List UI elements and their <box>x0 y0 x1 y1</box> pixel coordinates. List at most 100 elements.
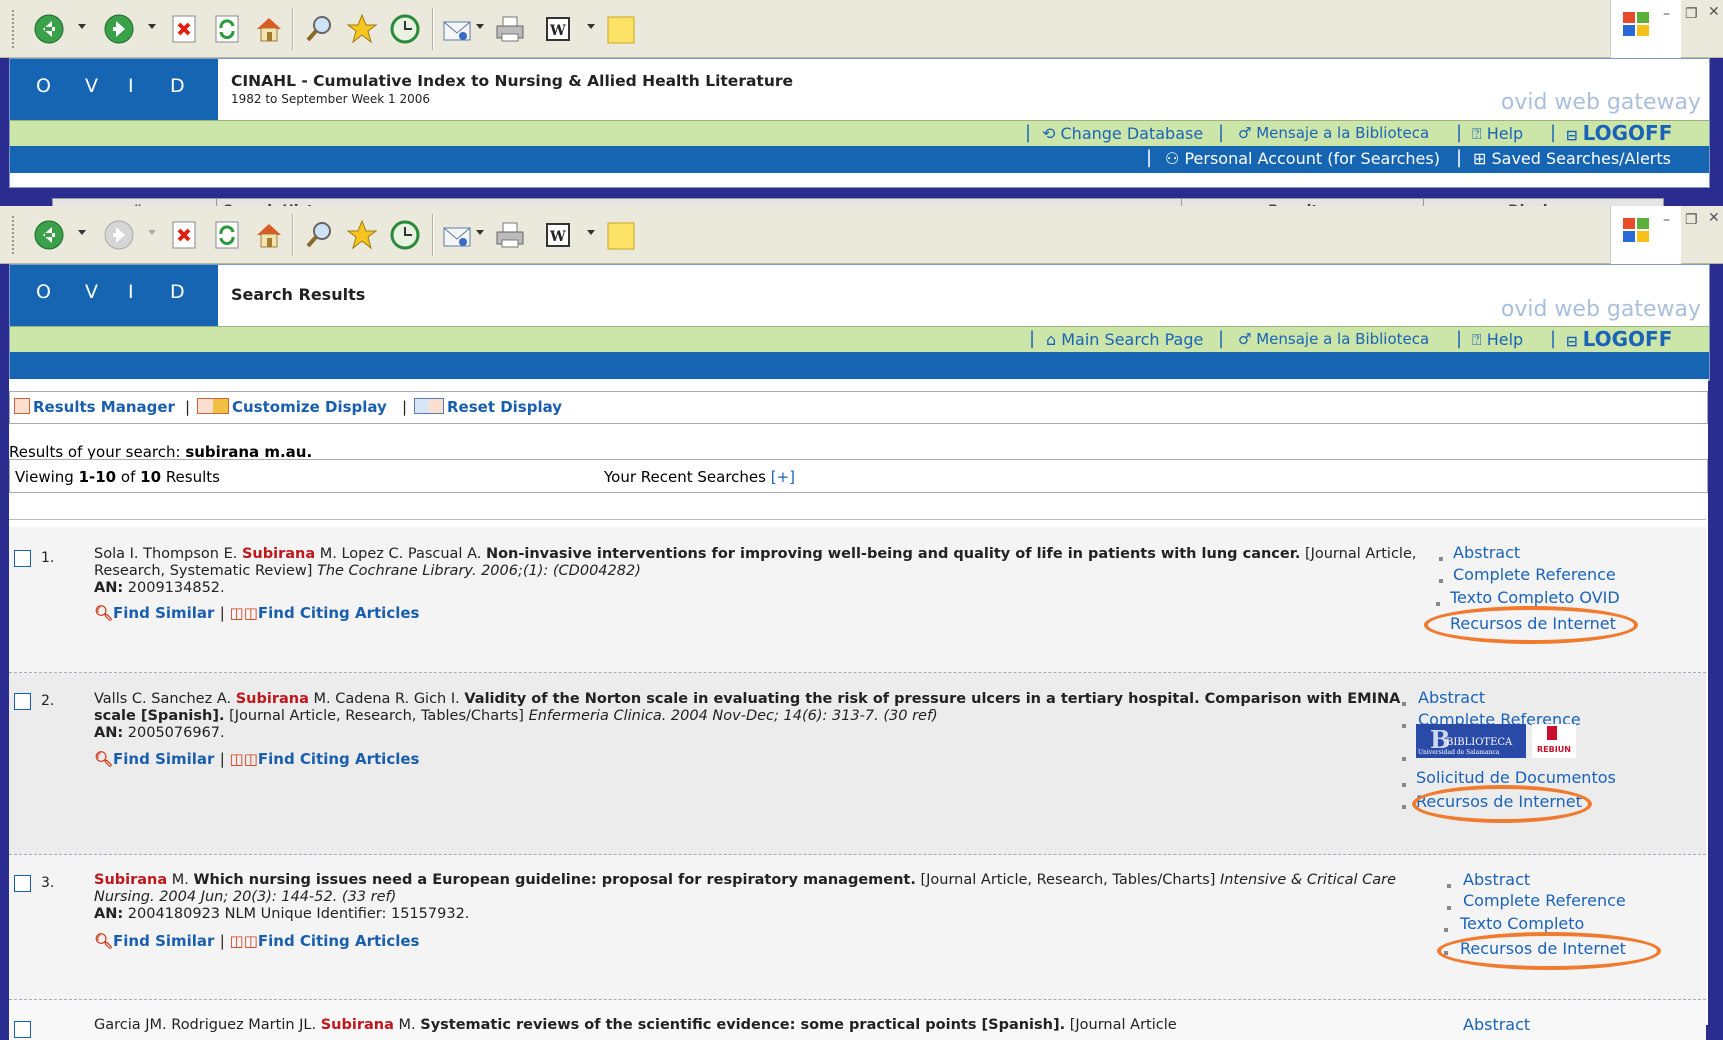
biblioteca-logo-text: BIBLIOTECA <box>1446 737 1513 748</box>
forward-dropdown[interactable] <box>148 24 156 29</box>
mail-dropdown[interactable] <box>476 24 484 29</box>
history-icon[interactable] <box>388 12 422 46</box>
refresh-icon[interactable] <box>210 218 244 252</box>
home-icon[interactable] <box>252 218 286 252</box>
back-icon[interactable] <box>32 218 66 252</box>
logoff-label: LOGOFF <box>1582 121 1673 145</box>
help-link[interactable]: ⍰ Help <box>1472 124 1523 144</box>
favorites-icon[interactable] <box>345 12 379 46</box>
find-citing-link[interactable]: ◫◫Find Citing Articles <box>230 932 420 950</box>
find-similar-label: Find Similar <box>113 604 215 622</box>
customize-display-label: Customize Display <box>232 398 387 416</box>
abstract-link[interactable]: Abstract <box>1418 688 1485 707</box>
find-similar-link[interactable]: 🔍︎Find Similar <box>94 932 214 950</box>
close-icon[interactable]: ✕ <box>1708 4 1720 20</box>
recent-searches-toggle[interactable]: [+] <box>771 468 795 486</box>
mensaje-label: Mensaje a la Biblioteca <box>1256 330 1430 348</box>
stop-icon[interactable] <box>167 218 201 252</box>
note-icon[interactable] <box>603 12 637 46</box>
full-text-link[interactable]: Texto Completo <box>1460 914 1584 933</box>
back-icon[interactable] <box>32 12 66 46</box>
print-icon[interactable] <box>493 12 527 46</box>
home-icon[interactable] <box>252 12 286 46</box>
forward-icon[interactable] <box>102 12 136 46</box>
logoff-link[interactable]: ⊟ LOGOFF <box>1566 121 1672 145</box>
results-manager-link[interactable]: Results Manager <box>14 398 175 416</box>
word-dropdown[interactable] <box>587 230 595 235</box>
record-checkbox[interactable] <box>14 693 31 710</box>
mail-dropdown[interactable] <box>476 230 484 235</box>
find-citing-link[interactable]: ◫◫Find Citing Articles <box>230 604 420 622</box>
restore-icon[interactable]: ❐ <box>1685 6 1698 22</box>
customize-display-link[interactable]: Customize Display <box>197 398 387 416</box>
print-icon[interactable] <box>493 218 527 252</box>
note-icon[interactable] <box>603 218 637 252</box>
saved-searches-link[interactable]: ⊞ Saved Searches/Alerts <box>1473 149 1671 168</box>
record-title[interactable]: Non-invasive interventions for improving… <box>486 546 1300 562</box>
record-checkbox[interactable] <box>14 875 31 892</box>
reset-display-link[interactable]: Reset Display <box>414 398 562 416</box>
result-record: 3. Subirana M. Which nursing issues need… <box>9 855 1706 1000</box>
bullet-icon <box>1447 906 1451 910</box>
help-link[interactable]: ⍰ Help <box>1472 330 1523 350</box>
refresh-icon[interactable] <box>210 12 244 46</box>
browser-toolbar-2: W <box>0 206 1723 264</box>
database-coverage: 1982 to September Week 1 2006 <box>231 92 431 106</box>
word-dropdown[interactable] <box>587 24 595 29</box>
nav-divider: | <box>1456 122 1463 143</box>
bullet-icon <box>1439 557 1443 561</box>
record-title[interactable]: Which nursing issues need a European gui… <box>194 872 916 888</box>
abstract-link[interactable]: Abstract <box>1463 870 1530 889</box>
ovid-logo[interactable]: O V I D <box>10 265 218 326</box>
favorites-icon[interactable] <box>345 218 379 252</box>
minimize-icon[interactable]: – <box>1663 6 1670 22</box>
ovid-logo[interactable]: O V I D <box>10 59 218 120</box>
search-icon[interactable] <box>302 12 336 46</box>
mensaje-link[interactable]: ♂ Mensaje a la Biblioteca <box>1238 330 1429 348</box>
personal-account-link[interactable]: ⚇ Personal Account (for Searches) <box>1165 149 1440 168</box>
results-manager-icon <box>14 398 30 414</box>
record-title[interactable]: Systematic reviews of the scientific evi… <box>420 1017 1065 1033</box>
logoff-link[interactable]: ⊟ LOGOFF <box>1566 327 1672 351</box>
accession-number: 2004180923 NLM Unique Identifier: 151579… <box>127 906 470 922</box>
mail-icon[interactable] <box>440 218 474 252</box>
citing-articles-icon: ◫◫ <box>229 932 258 950</box>
mail-icon[interactable] <box>440 12 474 46</box>
main-search-link[interactable]: ⌂ Main Search Page <box>1046 330 1203 349</box>
back-dropdown[interactable] <box>78 24 86 29</box>
rebiun-logo[interactable]: REBIUN <box>1532 724 1576 758</box>
toolbar-separator <box>432 214 434 256</box>
help-icon: ⍰ <box>1472 124 1487 143</box>
accession-number: 2009134852. <box>127 580 225 596</box>
document-request-link[interactable]: Solicitud de Documentos <box>1416 768 1616 787</box>
find-similar-link[interactable]: 🔍︎Find Similar <box>94 604 214 622</box>
restore-icon[interactable]: ❐ <box>1685 212 1698 228</box>
word-icon[interactable]: W <box>541 218 575 252</box>
close-icon[interactable]: ✕ <box>1708 210 1720 226</box>
record-number: 3. <box>41 875 55 891</box>
record-checkbox[interactable] <box>14 1021 31 1038</box>
find-citing-link[interactable]: ◫◫Find Citing Articles <box>230 750 420 768</box>
find-similar-link[interactable]: 🔍︎Find Similar <box>94 750 214 768</box>
minimize-icon[interactable]: – <box>1663 212 1670 228</box>
biblioteca-logo[interactable]: B BIBLIOTECA Universidad de Salamanca <box>1416 724 1526 758</box>
history-icon[interactable] <box>388 218 422 252</box>
find-citing-label: Find Citing Articles <box>257 604 420 622</box>
full-text-link[interactable]: Texto Completo OVID <box>1450 588 1620 607</box>
complete-reference-link[interactable]: Complete Reference <box>1453 565 1616 584</box>
bullet-icon <box>1402 783 1406 787</box>
annotation-oval <box>1437 932 1661 970</box>
record-checkbox[interactable] <box>14 550 31 567</box>
toolbar-grip[interactable] <box>12 216 17 254</box>
word-icon[interactable]: W <box>541 12 575 46</box>
help-icon: ⍰ <box>1472 330 1487 349</box>
back-dropdown[interactable] <box>78 230 86 235</box>
change-database-link[interactable]: ⟲ Change Database <box>1042 124 1203 143</box>
complete-reference-link[interactable]: Complete Reference <box>1463 891 1626 910</box>
search-icon[interactable] <box>302 218 336 252</box>
toolbar-grip[interactable] <box>12 10 17 48</box>
stop-icon[interactable] <box>167 12 201 46</box>
secondary-nav <box>10 352 1709 379</box>
mensaje-link[interactable]: ♂ Mensaje a la Biblioteca <box>1238 124 1429 142</box>
abstract-link[interactable]: Abstract <box>1453 543 1520 562</box>
